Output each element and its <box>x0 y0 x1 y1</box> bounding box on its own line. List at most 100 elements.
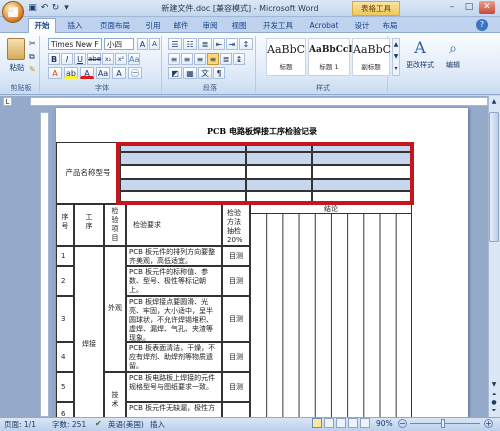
header-item: 检验项目 <box>104 204 126 246</box>
align-left-icon[interactable]: ≡ <box>168 53 180 65</box>
style-title[interactable]: AaBbC 标题 <box>266 38 306 76</box>
cut-icon[interactable]: ✂ <box>29 39 38 48</box>
strikethrough-icon[interactable]: abe <box>87 53 101 65</box>
scroll-up-icon[interactable]: ▲ <box>489 97 499 106</box>
row-no: 3 <box>56 296 74 342</box>
chinese-layout-icon[interactable]: 文 <box>198 67 212 79</box>
change-case-icon[interactable]: Aa <box>96 67 110 79</box>
decrease-indent-icon[interactable]: ⇤ <box>213 38 225 50</box>
font-color-icon[interactable]: A <box>80 67 94 79</box>
status-language[interactable]: 英语(美国) <box>108 419 144 430</box>
scroll-down-icon[interactable]: ▼ <box>489 380 499 389</box>
multilevel-list-icon[interactable]: ≣ <box>198 38 212 50</box>
line-spacing-icon[interactable]: ↨ <box>233 53 245 65</box>
align-center-icon[interactable]: ≡ <box>181 53 193 65</box>
help-icon[interactable]: ? <box>476 19 488 31</box>
numbering-icon[interactable]: ☷ <box>183 38 197 50</box>
print-layout-icon[interactable] <box>312 418 322 428</box>
zoom-out-icon[interactable]: − <box>398 419 407 428</box>
clear-format-icon[interactable]: Aa <box>128 53 140 65</box>
find-icon[interactable]: ⌕ <box>444 40 462 58</box>
undo-icon[interactable]: ↶ <box>39 3 50 14</box>
tab-page-layout[interactable]: 页面布局 <box>92 19 138 33</box>
distribute-icon[interactable]: ≣ <box>220 53 232 65</box>
show-marks-icon[interactable]: ¶ <box>213 67 225 79</box>
close-button[interactable]: ✕ <box>479 1 495 14</box>
tab-design[interactable]: 设计 <box>350 19 374 33</box>
next-page-icon[interactable]: ⏷ <box>489 407 499 415</box>
highlight-icon[interactable]: ab <box>64 67 78 79</box>
office-button[interactable] <box>2 1 24 23</box>
shrink-font-icon[interactable]: A <box>149 38 160 50</box>
tab-references[interactable]: 引用 <box>140 19 166 33</box>
sort-icon[interactable]: ↕ <box>239 38 253 50</box>
bold-icon[interactable]: B <box>48 53 60 65</box>
document-title: PCB 电路板焊接工序检验记录 <box>207 126 317 136</box>
header-seq: 序号 <box>56 204 74 246</box>
font-size-combo[interactable]: 小四 <box>104 38 134 50</box>
paste-icon[interactable] <box>7 38 25 60</box>
row-method: 目测 <box>222 372 250 402</box>
status-words[interactable]: 字数: 251 <box>52 419 86 430</box>
outline-view-icon[interactable] <box>348 418 358 428</box>
tab-insert[interactable]: 插入 <box>62 19 88 33</box>
text-effects-icon[interactable]: A <box>48 67 62 79</box>
italic-icon[interactable]: I <box>61 53 73 65</box>
tab-selector-icon[interactable]: L <box>3 97 12 106</box>
tab-acrobat[interactable]: Acrobat <box>304 19 344 33</box>
tab-view[interactable]: 视图 <box>226 19 252 33</box>
document-page[interactable]: PCB 电路板焊接工序检验记录 产品名称型号 序号 工序 检验项目 检验要求 检… <box>56 108 468 417</box>
justify-icon[interactable]: ≡ <box>207 53 219 65</box>
styles-scroll[interactable]: ▲ ▼ ▾ <box>392 38 400 76</box>
tab-review[interactable]: 审阅 <box>197 19 223 33</box>
web-layout-icon[interactable] <box>336 418 346 428</box>
status-mode[interactable]: 插入 <box>150 419 165 430</box>
grow-font-icon[interactable]: A <box>137 38 148 50</box>
tab-layout[interactable]: 布局 <box>378 19 402 33</box>
editing-label[interactable]: 编辑 <box>440 60 466 70</box>
paste-button-label[interactable]: 粘贴 <box>4 62 30 73</box>
superscript-icon[interactable]: x² <box>115 53 127 65</box>
style-subtitle[interactable]: AaBbC 副标题 <box>352 38 391 76</box>
zoom-level[interactable]: 90% <box>376 419 393 428</box>
result-grid[interactable] <box>250 214 412 417</box>
zoom-slider[interactable] <box>410 423 480 424</box>
tab-developer[interactable]: 开发工具 <box>256 19 300 33</box>
increase-indent-icon[interactable]: ⇥ <box>226 38 238 50</box>
font-name-combo[interactable]: Times New F <box>48 38 102 50</box>
horizontal-ruler[interactable] <box>30 97 488 106</box>
underline-icon[interactable]: U <box>74 53 86 65</box>
copy-icon[interactable]: ⧉ <box>29 52 38 61</box>
draft-view-icon[interactable] <box>360 418 370 428</box>
prev-page-icon[interactable]: ⏶ <box>489 391 499 399</box>
zoom-in-icon[interactable]: + <box>484 419 493 428</box>
full-screen-reading-icon[interactable] <box>324 418 334 428</box>
redo-icon[interactable]: ↻ <box>50 3 61 14</box>
qat-customize-icon[interactable]: ▾ <box>61 3 72 14</box>
proofing-icon[interactable]: ✔ <box>95 419 104 428</box>
highlight-annotation <box>116 142 414 205</box>
format-painter-icon[interactable]: ✎ <box>29 65 38 74</box>
change-styles-label[interactable]: 更改样式 <box>402 60 438 70</box>
style-sample: AaBbCcD <box>309 45 357 55</box>
vertical-ruler[interactable] <box>40 112 49 417</box>
scroll-thumb[interactable] <box>489 112 499 242</box>
zoom-slider-thumb[interactable] <box>441 419 445 428</box>
char-shading-icon[interactable]: A <box>112 67 126 79</box>
change-styles-icon[interactable]: A <box>410 38 430 58</box>
maximize-button[interactable]: □ <box>461 1 477 14</box>
tab-mailings[interactable]: 邮件 <box>168 19 194 33</box>
browse-object-icon[interactable]: ● <box>489 399 499 407</box>
borders-icon[interactable]: ▦ <box>183 67 197 79</box>
align-right-icon[interactable]: ≡ <box>194 53 206 65</box>
shading-icon[interactable]: ◩ <box>168 67 182 79</box>
subscript-icon[interactable]: x₂ <box>102 53 114 65</box>
bullets-icon[interactable]: ☰ <box>168 38 182 50</box>
enclose-chars-icon[interactable]: ㊀ <box>128 67 142 79</box>
tab-home[interactable]: 开始 <box>28 18 56 34</box>
save-icon[interactable]: ▣ <box>27 3 38 14</box>
status-page[interactable]: 页面: 1/1 <box>4 419 36 430</box>
style-heading1[interactable]: AaBbCcD 标题 1 <box>308 38 357 76</box>
style-sample: AaBbC <box>267 43 306 56</box>
minimize-button[interactable]: – <box>444 1 460 14</box>
